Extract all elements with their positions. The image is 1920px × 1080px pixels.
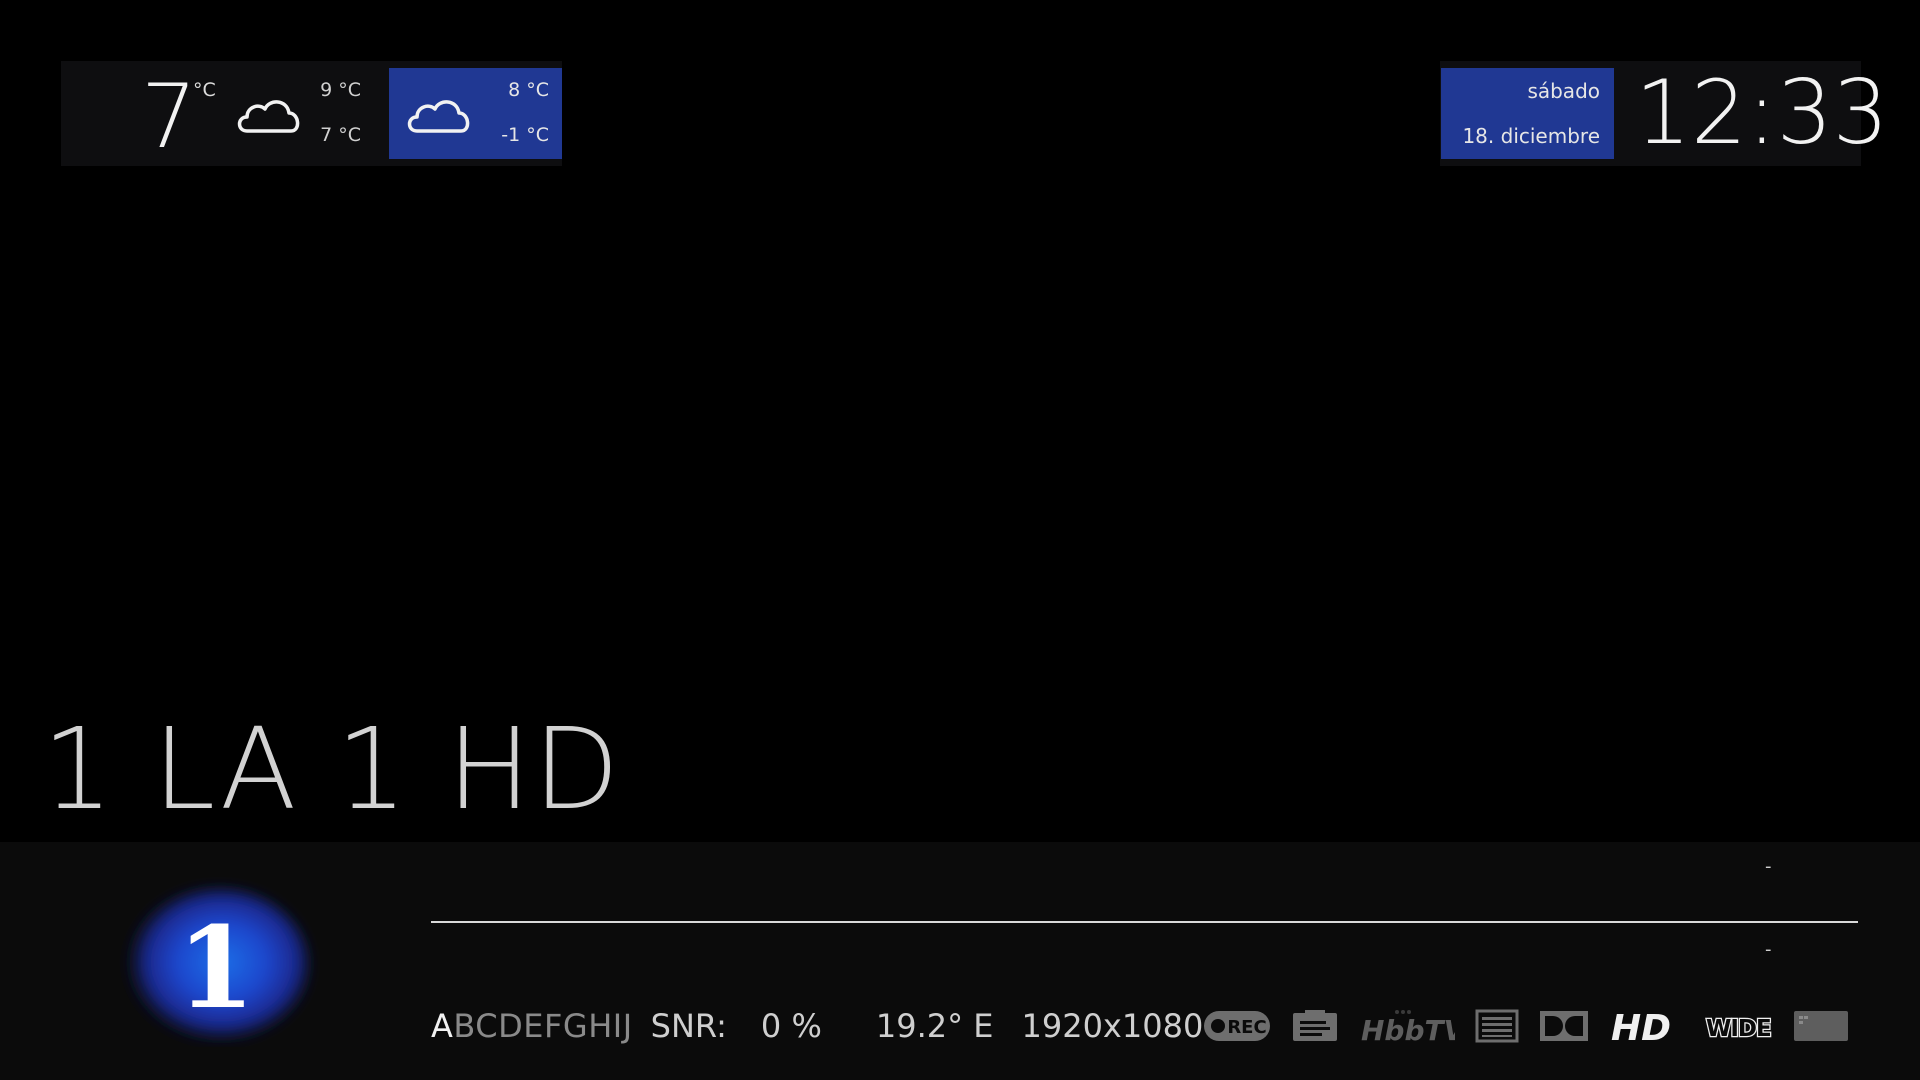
today-high-temperature: 9 °C	[320, 79, 361, 101]
orbital-position: 19.2° E	[875, 1007, 994, 1045]
today-low-temperature: 7 °C	[320, 124, 361, 146]
signal-info-row: ABCDEFGHIJ SNR: 0 % 19.2° E 1920x1080	[431, 1004, 1203, 1048]
rec-icon: REC	[1203, 1009, 1271, 1043]
event-progress-bar	[431, 921, 1858, 923]
date-box: sábado 18. diciembre	[1441, 68, 1614, 159]
subtitles-icon	[1793, 1009, 1849, 1043]
current-temperature: 7	[141, 65, 197, 168]
svg-text:REC: REC	[1227, 1017, 1266, 1038]
info-bar: 1 - - ABCDEFGHIJ SNR: 0 % 19.2° E 1920x1…	[0, 842, 1920, 1080]
channel-logo-number: 1	[177, 903, 255, 1034]
clock: 12:33	[1635, 61, 1889, 164]
tomorrow-forecast: 8 °C -1 °C	[389, 68, 562, 159]
video-resolution: 1920x1080	[1021, 1007, 1204, 1045]
date: 18. diciembre	[1462, 124, 1600, 148]
svg-text:HbbTV: HbbTV	[1361, 1014, 1455, 1046]
epg-info-icon	[1291, 1009, 1339, 1043]
weekday: sábado	[1527, 79, 1600, 103]
ca-system-active: A	[431, 1007, 454, 1045]
snr-value: 0 %	[760, 1007, 822, 1045]
widescreen-icon: WIDE	[1705, 1008, 1773, 1044]
tomorrow-high-temperature: 8 °C	[508, 79, 549, 101]
next-event-time: -	[1765, 939, 1772, 960]
current-temperature-unit: °C	[193, 79, 216, 101]
ca-systems: ABCDEFGHIJ	[431, 1007, 633, 1045]
snr-label: SNR:	[650, 1007, 727, 1045]
hd-icon: HD	[1609, 1006, 1685, 1046]
svg-text:WIDE: WIDE	[1706, 1016, 1771, 1042]
cloud-icon	[233, 91, 305, 141]
svg-text:HD: HD	[1611, 1008, 1671, 1046]
weather-panel: 7 °C 9 °C 7 °C 8 °C -1 °C	[61, 61, 562, 168]
teletext-icon	[1475, 1009, 1519, 1043]
cloud-icon	[403, 91, 475, 141]
date-clock-panel: sábado 18. diciembre 12:33	[1440, 61, 1889, 166]
channel-name: 1 LA 1 HD	[42, 705, 622, 835]
hbbtv-icon: HbbTV	[1359, 1006, 1455, 1046]
ca-system-list: BCDEFGHIJ	[453, 1007, 633, 1045]
dolby-icon	[1539, 1009, 1589, 1043]
tomorrow-low-temperature: -1 °C	[501, 124, 549, 146]
channel-logo: 1	[110, 877, 320, 1047]
current-event-time: -	[1765, 856, 1772, 877]
status-icons: REC HbbTV HD WIDE	[1203, 1004, 1869, 1048]
